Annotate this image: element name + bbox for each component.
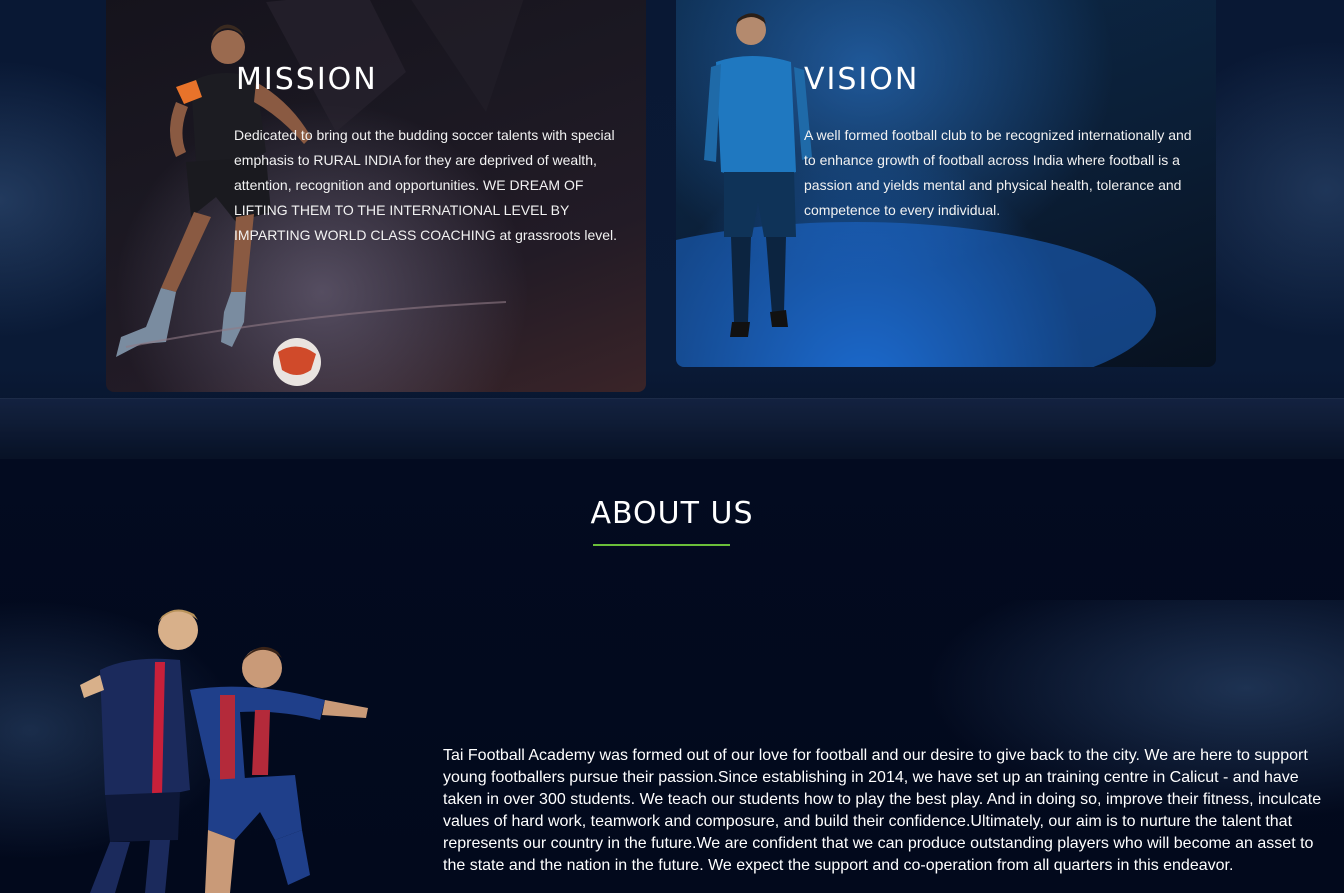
mission-text: Dedicated to bring out the budding socce… (234, 127, 618, 243)
heading-underline (593, 544, 730, 546)
kids-playing-football-image (80, 609, 368, 893)
mission-card: MISSION Dedicated to bring out the buddi… (106, 0, 646, 392)
stadium-strip (0, 398, 1344, 459)
vision-card: VISION A well formed football club to be… (676, 0, 1216, 367)
mission-title: MISSION (236, 62, 378, 97)
about-us-heading: ABOUT US (590, 496, 754, 531)
about-us-text: Tai Football Academy was formed out of o… (443, 747, 1322, 874)
page: MISSION Dedicated to bring out the buddi… (0, 0, 1344, 893)
vision-text: A well formed football club to be recogn… (804, 127, 1192, 218)
vision-title: VISION (804, 62, 920, 97)
